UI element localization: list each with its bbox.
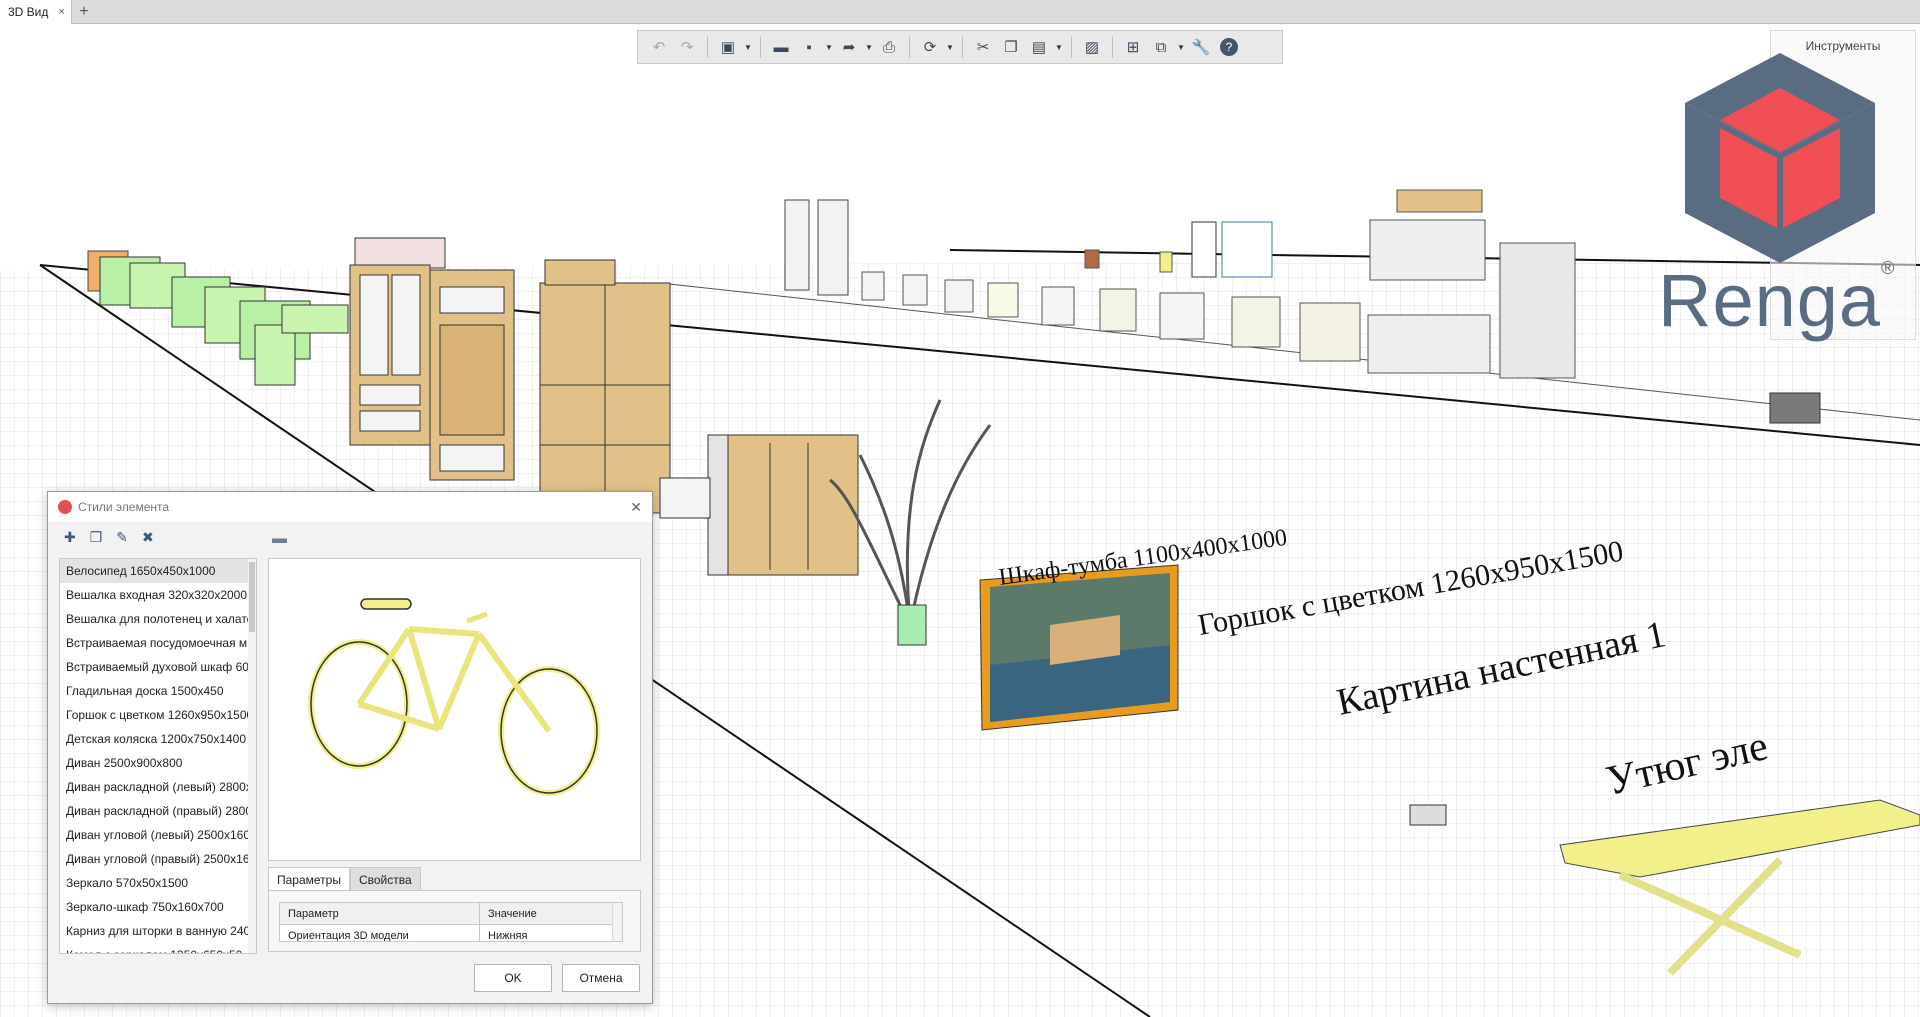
main-toolbar: ↶ ↷ ▣ ▼ ▬ ▪ ▼ ➦ ▼ ⎙ ⟳ ▼ ✂ ❐ ▤ ▼ ▨ ⊞ ⧉ ▼ … <box>637 30 1283 64</box>
tab-parameters[interactable]: Параметры <box>268 867 350 891</box>
view-dropdown-icon[interactable]: ▼ <box>743 34 753 60</box>
column-header-value: Значение <box>488 908 537 920</box>
settings-wrench-icon[interactable]: 🔧 <box>1188 34 1214 60</box>
parameter-value[interactable]: Нижняя <box>480 925 622 941</box>
list-item[interactable]: Велосипед 1650x450x1000 <box>60 559 256 583</box>
list-item[interactable]: Диван угловой (правый) 2500x16 <box>60 847 256 871</box>
list-item[interactable]: Встраиваемый духовой шкаф 600 <box>60 655 256 679</box>
tab-properties[interactable]: Свойства <box>349 867 421 891</box>
styles-list[interactable]: Велосипед 1650x450x1000 Вешалка входная … <box>59 558 257 954</box>
renga-app-icon <box>58 500 72 514</box>
edit-style-icon[interactable]: ✎ <box>116 529 128 546</box>
list-item[interactable]: Зеркало 570x50x1500 <box>60 871 256 895</box>
hierarchy-icon[interactable]: ⊞ <box>1120 34 1146 60</box>
list-item[interactable]: Детская коляска 1200x750x1400 <box>60 727 256 751</box>
paste-icon[interactable]: ▤ <box>1026 34 1052 60</box>
table-row[interactable]: Ориентация 3D модели Нижняя <box>280 925 622 941</box>
list-item[interactable]: Вешалка входная 320x320x2000 <box>60 583 256 607</box>
open-folder-icon[interactable]: ▬ <box>768 34 794 60</box>
list-item[interactable]: Вешалка для полотенец и халатов <box>60 607 256 631</box>
picture-icon[interactable]: ▨ <box>1079 34 1105 60</box>
grid-scrollbar[interactable] <box>612 903 622 941</box>
sync-dropdown-icon[interactable]: ▼ <box>945 34 955 60</box>
add-style-icon[interactable]: ✚ <box>64 529 76 546</box>
toolbar-separator <box>962 36 963 58</box>
dialog-toolbar: ✚ ❐ ✎ ✖ ▬ <box>48 522 652 552</box>
sync-icon[interactable]: ⟳ <box>917 34 943 60</box>
properties-tabs: Параметры Свойства <box>268 867 421 891</box>
list-scrollbar[interactable] <box>248 559 256 953</box>
copy-icon[interactable]: ❐ <box>998 34 1024 60</box>
parameters-panel: Параметр Значение Ориентация 3D модели Н… <box>268 890 641 952</box>
help-icon[interactable]: ? <box>1216 34 1242 60</box>
parameter-name: Ориентация 3D модели <box>280 925 480 941</box>
save-icon[interactable]: ▪ <box>796 34 822 60</box>
layers-icon[interactable]: ⧉ <box>1148 34 1174 60</box>
list-scroll-thumb[interactable] <box>249 562 255 632</box>
undo-icon[interactable]: ↶ <box>646 34 672 60</box>
tab-3d-view[interactable]: 3D Вид × <box>0 0 72 24</box>
list-item[interactable]: Комод с зеркалом 1350x650x50 <box>60 943 256 953</box>
list-item[interactable]: Диван раскладной (правый) 2800 <box>60 799 256 823</box>
export-dropdown-icon[interactable]: ▼ <box>864 34 874 60</box>
list-item[interactable]: Карниз для шторки в ванную 240 <box>60 919 256 943</box>
list-item[interactable]: Диван угловой (левый) 2500x160 <box>60 823 256 847</box>
list-item[interactable]: Встраиваемая посудомоечная м <box>60 631 256 655</box>
toolbar-separator <box>707 36 708 58</box>
cancel-button[interactable]: Отмена <box>562 964 640 992</box>
list-item[interactable]: Зеркало-шкаф 750x160x700 <box>60 895 256 919</box>
tab-label: 3D Вид <box>8 5 49 19</box>
paste-dropdown-icon[interactable]: ▼ <box>1054 34 1064 60</box>
cut-icon[interactable]: ✂ <box>970 34 996 60</box>
export-icon[interactable]: ➦ <box>836 34 862 60</box>
parameters-grid: Параметр Значение Ориентация 3D модели Н… <box>279 902 623 942</box>
layers-dropdown-icon[interactable]: ▼ <box>1176 34 1186 60</box>
list-item[interactable]: Диван 2500x900x800 <box>60 751 256 775</box>
close-tab-icon[interactable]: × <box>58 6 64 18</box>
style-preview <box>268 558 641 861</box>
dialog-title: Стили элемента <box>78 500 170 514</box>
renga-logo-word: Renga <box>1658 259 1882 342</box>
folder-icon[interactable]: ▬ <box>272 530 287 547</box>
ok-button[interactable]: OK <box>474 964 552 992</box>
grid-header-row: Параметр Значение <box>280 903 622 925</box>
element-styles-dialog: Стили элемента ✕ ✚ ❐ ✎ ✖ ▬ Велосипед 165… <box>47 491 653 1004</box>
document-tab-bar: 3D Вид × + <box>0 0 1920 24</box>
registered-mark: ® <box>1881 258 1896 278</box>
list-item[interactable]: Горшок с цветком 1260x950x1500 <box>60 703 256 727</box>
iron-model <box>1409 804 1447 826</box>
list-item[interactable]: Гладильная доска 1500x450 <box>60 679 256 703</box>
painting-model <box>979 564 1179 731</box>
save-dropdown-icon[interactable]: ▼ <box>824 34 834 60</box>
redo-icon[interactable]: ↷ <box>674 34 700 60</box>
toolbar-separator <box>909 36 910 58</box>
print-icon[interactable]: ⎙ <box>876 34 902 60</box>
close-dialog-icon[interactable]: ✕ <box>630 499 642 516</box>
dialog-titlebar: Стили элемента ✕ <box>48 492 652 522</box>
column-header-parameter: Параметр <box>280 903 480 924</box>
view-cube-icon[interactable]: ▣ <box>715 34 741 60</box>
duplicate-style-icon[interactable]: ❐ <box>90 529 103 546</box>
toolbar-separator <box>1112 36 1113 58</box>
renga-logo-text: Renga® <box>1658 258 1895 343</box>
toolbar-separator <box>1071 36 1072 58</box>
list-item[interactable]: Диван раскладной (левый) 2800x <box>60 775 256 799</box>
bicycle-preview <box>308 598 600 796</box>
delete-style-icon[interactable]: ✖ <box>142 529 154 546</box>
add-tab-button[interactable]: + <box>75 0 93 24</box>
toolbar-separator <box>760 36 761 58</box>
